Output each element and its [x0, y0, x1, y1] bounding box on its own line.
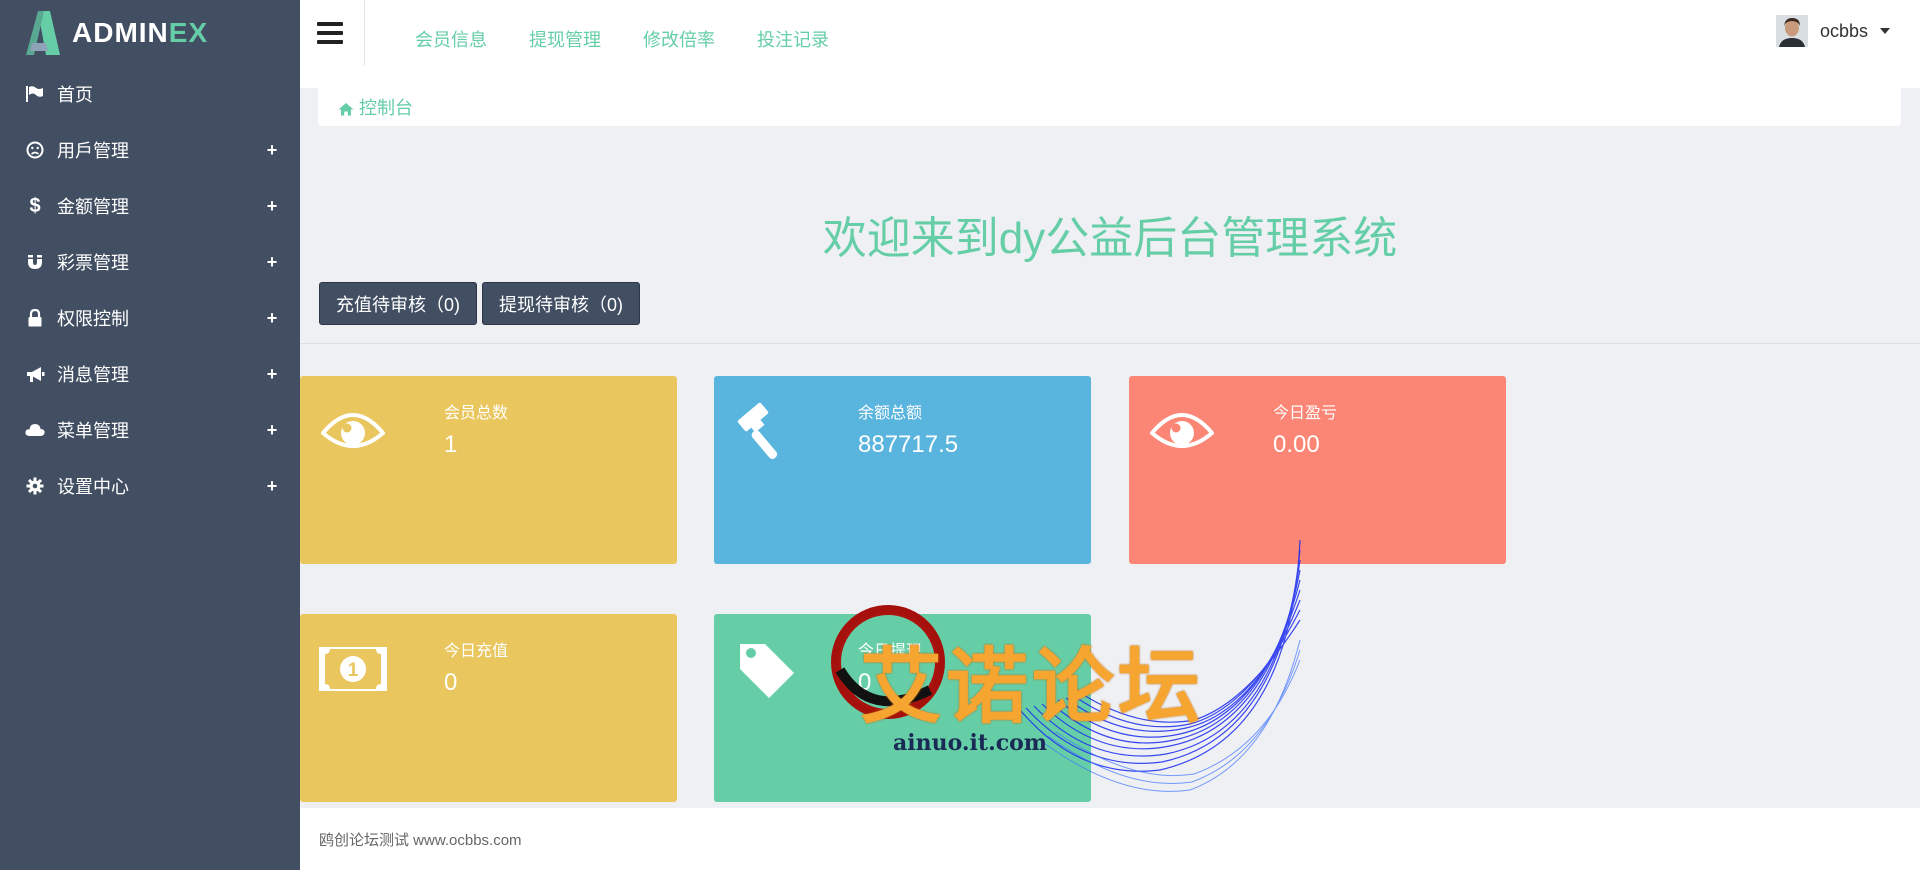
- header-divider: [364, 0, 365, 66]
- sidebar-item-label: 金额管理: [57, 197, 129, 217]
- stat-title: 余额总额: [858, 405, 923, 422]
- withdraw-pending-button[interactable]: 提现待审核（0): [482, 282, 641, 325]
- topnav-withdraw-management[interactable]: 提现管理: [529, 26, 601, 52]
- expand-icon[interactable]: +: [264, 252, 280, 273]
- brand-name: ADMIN: [72, 17, 169, 48]
- eye-icon: [318, 396, 388, 466]
- stat-value: 0.00: [1273, 431, 1320, 458]
- stat-card-today-profit[interactable]: 今日盈亏 0.00: [1129, 376, 1506, 564]
- top-header: 会员信息 提现管理 修改倍率 投注记录 ocbbs: [300, 0, 1920, 88]
- welcome-title: 欢迎来到dy公益后台管理系统: [822, 214, 1398, 263]
- sidebar-item-settings[interactable]: 设置中心 +: [0, 458, 300, 514]
- stat-value: 887717.5: [858, 431, 959, 458]
- sidebar-item-label: 权限控制: [57, 309, 129, 329]
- pending-review-bar: 充值待审核（0) 提现待审核（0): [319, 282, 641, 325]
- topnav-modify-rate[interactable]: 修改倍率: [643, 26, 715, 52]
- avatar: [1775, 15, 1808, 47]
- divider: [300, 343, 1920, 344]
- stat-card-total-balance[interactable]: 余额总额 887717.5: [714, 376, 1091, 564]
- sidebar-item-menus[interactable]: 菜单管理 +: [0, 402, 300, 458]
- expand-icon[interactable]: +: [264, 364, 280, 385]
- cloud-icon: [25, 420, 45, 440]
- footer-text: 鸥创论坛测试 www.ocbbs.com: [319, 831, 522, 849]
- tag-icon: [732, 634, 802, 704]
- sidebar-item-label: 消息管理: [57, 365, 129, 385]
- expand-icon[interactable]: +: [264, 476, 280, 497]
- sidebar-item-home[interactable]: 首页: [0, 66, 300, 122]
- gear-icon: [25, 476, 45, 496]
- sidebar-item-money[interactable]: $ 金额管理 +: [0, 178, 300, 234]
- sidebar-item-users[interactable]: 用戶管理 +: [0, 122, 300, 178]
- sidebar-item-label: 菜单管理: [57, 421, 129, 441]
- stat-title: 今日提现: [858, 643, 923, 660]
- sidebar-item-lottery[interactable]: 彩票管理 +: [0, 234, 300, 290]
- expand-icon[interactable]: +: [264, 308, 280, 329]
- sidebar-nav: 首页 用戶管理 + $ 金额管理 + 彩票管理 + 权限控制 + 消息管理 +: [0, 66, 300, 514]
- stat-card-total-members[interactable]: 会员总数 1: [300, 376, 677, 564]
- footer: 鸥创论坛测试 www.ocbbs.com: [300, 808, 1920, 870]
- logo-icon: [24, 7, 64, 59]
- money-icon: 1: [318, 634, 388, 704]
- stat-title: 会员总数: [444, 405, 509, 422]
- gavel-icon: [732, 396, 802, 466]
- brand-logo[interactable]: ADMINEX: [0, 0, 300, 66]
- eye-icon: [1147, 396, 1217, 466]
- sidebar-item-label: 首页: [57, 85, 93, 105]
- caret-down-icon: [1880, 28, 1890, 34]
- stat-value: 1: [444, 431, 458, 458]
- expand-icon[interactable]: +: [264, 420, 280, 441]
- bullhorn-icon: [25, 364, 45, 384]
- stat-title: 今日盈亏: [1273, 405, 1338, 422]
- stat-card-today-withdraw[interactable]: 今日提现 0: [714, 614, 1091, 802]
- sidebar-item-messages[interactable]: 消息管理 +: [0, 346, 300, 402]
- expand-icon[interactable]: +: [264, 140, 280, 161]
- stat-card-today-recharge[interactable]: 1 今日充值 0: [300, 614, 677, 802]
- sidebar-item-label: 用戶管理: [57, 141, 129, 161]
- breadcrumb: 控制台: [318, 88, 1901, 126]
- lock-icon: [25, 308, 45, 328]
- svg-text:1: 1: [348, 660, 359, 681]
- topnav-member-info[interactable]: 会员信息: [415, 26, 487, 52]
- brand-name-accent: EX: [168, 17, 209, 48]
- top-nav: 会员信息 提现管理 修改倍率 投注记录: [415, 26, 829, 52]
- sidebar-item-permissions[interactable]: 权限控制 +: [0, 290, 300, 346]
- stat-value: 0: [858, 669, 872, 696]
- expand-icon[interactable]: +: [264, 196, 280, 217]
- sidebar-toggle-icon[interactable]: [317, 22, 343, 44]
- user-menu[interactable]: ocbbs: [1775, 15, 1890, 47]
- user-name: ocbbs: [1819, 20, 1868, 41]
- flag-icon: [25, 84, 45, 104]
- home-icon: [338, 100, 354, 116]
- breadcrumb-item-dashboard[interactable]: 控制台: [359, 94, 413, 120]
- dollar-icon: $: [29, 194, 41, 217]
- stat-value: 0: [444, 669, 458, 696]
- recharge-pending-button[interactable]: 充值待审核（0): [319, 282, 478, 325]
- magnet-icon: [25, 252, 45, 272]
- topnav-bet-records[interactable]: 投注记录: [757, 26, 829, 52]
- sidebar-item-label: 设置中心: [57, 477, 129, 497]
- stat-title: 今日充值: [444, 643, 509, 660]
- sidebar: ADMINEX 首页 用戶管理 + $ 金额管理 + 彩票管理 + 权限控制 +: [0, 0, 300, 870]
- sidebar-item-label: 彩票管理: [57, 253, 129, 273]
- user-face-icon: [25, 140, 45, 160]
